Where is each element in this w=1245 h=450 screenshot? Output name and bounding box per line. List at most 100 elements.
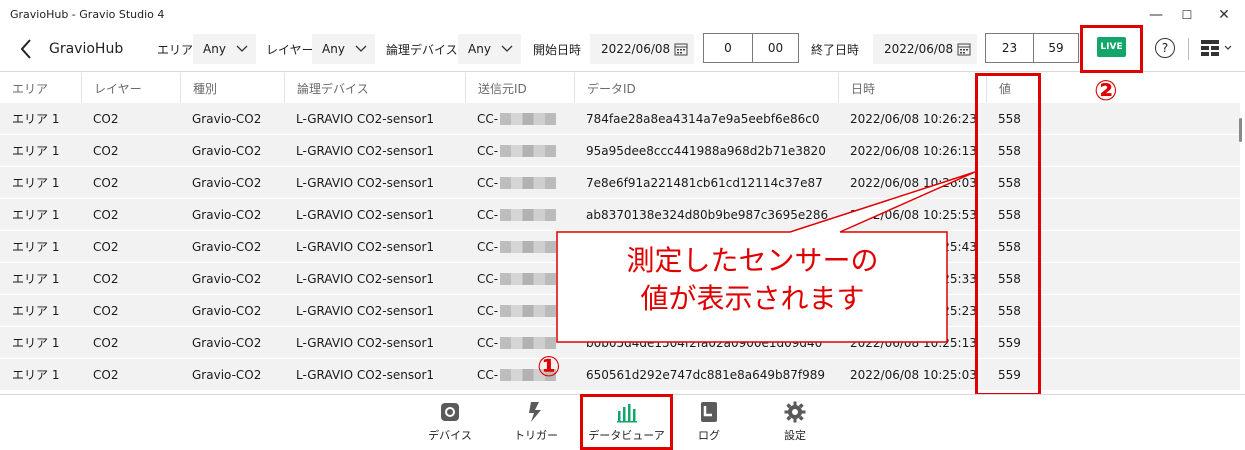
cell-sender-id-text: CC- [477,143,499,158]
help-icon[interactable]: ? [1155,38,1175,58]
cell-device-text: L-GRAVIO CO2-sensor1 [296,207,435,222]
cell-datetime: 2022/06/08 10:25:53 [838,199,977,230]
table-row[interactable]: エリア 1 CO2 Gravio-CO2 L-GRAVIO CO2-sensor1 CC… [0,167,1240,199]
cell-sender-id-text: CC- [477,271,499,286]
cell-layer-text: CO2 [93,303,119,318]
cell-type: Gravio-CO2 [180,263,261,294]
cell-datetime-text: 2022/06/08 10:26:23 [850,111,977,126]
cell-area-text: エリア 1 [12,144,60,158]
cell-data-id-text: b0b05d4de1504f2fa02a0900e1d09d40 [586,335,823,350]
table-row[interactable]: エリア 1 CO2 Gravio-CO2 L-GRAVIO CO2-sensor1 CC… [0,135,1240,167]
cell-data-id: b0b05d4de1504f2fa02a0900e1d09d40 [574,327,822,358]
cell-type: Gravio-CO2 [180,327,261,358]
gear-icon [441,403,459,421]
layout-menu-icon[interactable] [1200,39,1234,57]
device-dropdown[interactable]: Any [458,34,521,64]
cell-area-text: エリア 1 [12,112,60,126]
annotation-marker-2: ② [1094,74,1118,107]
cell-layer-text: CO2 [93,175,119,190]
cell-layer: CO2 [81,135,118,166]
window-title: GravioHub - Gravio Studio 4 [10,8,165,21]
cell-sender-id-text: CC- [477,175,499,190]
cell-sender-id: CC- [465,295,557,326]
cell-type-text: Gravio-CO2 [192,111,262,126]
table-header: エリア レイヤー 種別 論理デバイス 送信元ID データID 日時 値 [0,73,1245,103]
layer-dropdown[interactable]: Any [312,34,375,64]
cell-type-text: Gravio-CO2 [192,303,262,318]
end-time-picker[interactable]: 23 59 [985,33,1079,63]
cell-layer-text: CO2 [93,335,119,350]
cell-datetime: 2022/06/08 10:26:13 [838,135,977,166]
cell-type: Gravio-CO2 [180,135,261,166]
redacted-id [500,336,557,349]
area-dropdown[interactable]: Any [193,34,256,64]
column-header-datetime[interactable]: 日時 [838,73,986,103]
table-row[interactable]: エリア 1 CO2 Gravio-CO2 L-GRAVIO CO2-sensor1 CC… [0,103,1240,135]
close-button[interactable]: ✕ [1201,0,1245,30]
table-row[interactable]: エリア 1 CO2 Gravio-CO2 L-GRAVIO CO2-sensor1 CC… [0,199,1240,231]
table-row[interactable]: エリア 1 CO2 Gravio-CO2 L-GRAVIO CO2-sensor1 CC… [0,327,1240,359]
cell-sender-id: CC- [465,103,557,134]
cell-type-text: Gravio-CO2 [192,271,262,286]
nav-item-settings[interactable]: 設定 [755,395,835,450]
cell-data-id: 650561d292e747dc881e8a649b87f989 [574,359,825,390]
cell-layer: CO2 [81,199,118,230]
cell-type-text: Gravio-CO2 [192,239,262,254]
title-bar: GravioHub - Gravio Studio 4 — ☐ ✕ [0,0,1245,30]
cell-area-text: エリア 1 [12,304,60,318]
cell-device-text: L-GRAVIO CO2-sensor1 [296,239,435,254]
nav-label: デバイス [428,429,472,442]
cell-datetime: 2022/06/08 10:26:23 [838,103,977,134]
cell-type: Gravio-CO2 [180,103,261,134]
log-icon [701,402,717,422]
table-row[interactable]: エリア 1 CO2 Gravio-CO2 L-GRAVIO CO2-sensor1 CC… [0,359,1240,391]
cell-sender-id: CC- [465,199,557,230]
cell-datetime: 2022/06/08 10:25:03 [838,359,977,390]
cell-sender-id-text: CC- [477,303,499,318]
column-header-device[interactable]: 論理デバイス [284,73,465,103]
cell-sender-id: CC- [465,135,557,166]
cell-layer-text: CO2 [93,367,119,382]
back-button[interactable] [14,36,38,62]
cell-datetime-text: 2022/06/08 10:26:03 [850,175,977,190]
cell-device-text: L-GRAVIO CO2-sensor1 [296,367,435,382]
cell-layer: CO2 [81,103,118,134]
column-header-layer[interactable]: レイヤー [81,73,180,103]
device-label: 論理デバイス [386,43,458,57]
end-hour: 23 [1001,41,1018,55]
vertical-scrollbar[interactable] [1239,118,1242,142]
end-date-picker[interactable]: 2022/06/08 [873,34,977,64]
nav-item-triggers[interactable]: トリガー [496,395,576,450]
cell-device: L-GRAVIO CO2-sensor1 [284,359,434,390]
cell-datetime-text: 2022/06/08 10:25:03 [850,367,977,382]
cell-type-text: Gravio-CO2 [192,335,262,350]
cell-type: Gravio-CO2 [180,167,261,198]
cell-layer-text: CO2 [93,111,119,126]
nav-item-log[interactable]: ログ [669,395,749,450]
cell-layer-text: CO2 [93,143,119,158]
cell-data-id-text: 7e8e6f91a221481cb61cd12114c37e87 [586,175,823,190]
column-header-area[interactable]: エリア [0,73,81,103]
redacted-id [500,272,557,285]
callout-line-1: 測定したセンサーの [626,244,879,277]
cell-area: エリア 1 [0,263,59,294]
nav-label: 設定 [784,429,806,442]
column-header-type[interactable]: 種別 [180,73,284,103]
cell-device-text: L-GRAVIO CO2-sensor1 [296,303,435,318]
app-name: GravioHub [49,41,124,57]
start-time-picker[interactable]: 0 00 [703,33,799,63]
cell-sender-id-text: CC- [477,335,499,350]
start-date-picker[interactable]: 2022/06/08 [590,34,694,64]
cell-device: L-GRAVIO CO2-sensor1 [284,231,434,262]
end-minute: 59 [1033,34,1078,62]
area-label: エリア [157,43,194,57]
cell-data-id-text: ab8370138e324d80b9be987c3695e286 [586,207,829,222]
cell-data-id-text: 95a95dee8ccc441988a968d2b71e3820 [586,143,826,158]
column-header-sender-id[interactable]: 送信元ID [465,73,574,103]
cell-layer-text: CO2 [93,207,119,222]
column-header-data-id[interactable]: データID [574,73,838,103]
nav-item-devices[interactable]: デバイス [410,395,490,450]
calendar-icon [674,43,688,56]
cell-datetime: 2022/06/08 10:25:13 [838,327,977,358]
toolbar: GravioHub エリア Any レイヤー Any 論理デバイス Any 開始… [0,30,1245,72]
